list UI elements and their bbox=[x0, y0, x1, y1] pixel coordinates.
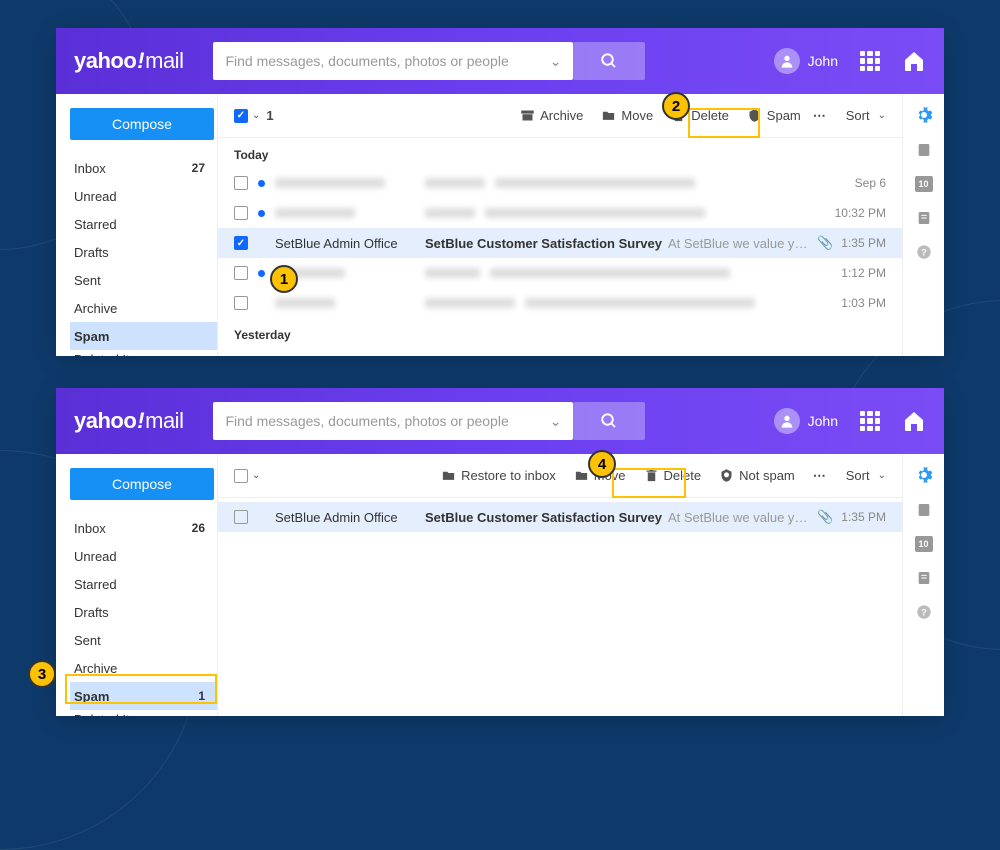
annotation-badge-3: 3 bbox=[28, 660, 56, 688]
spam-button[interactable]: Spam bbox=[747, 108, 801, 123]
folder-unread[interactable]: Unread bbox=[70, 542, 217, 570]
user-menu[interactable]: John bbox=[774, 408, 838, 434]
apps-icon[interactable] bbox=[860, 51, 880, 71]
search-input[interactable]: Find messages, documents, photos or peop… bbox=[213, 42, 573, 80]
sidebar: Compose Inbox26 Unread Starred Drafts Se… bbox=[56, 454, 218, 716]
header: yahoo!mail Find messages, documents, pho… bbox=[56, 388, 944, 454]
help-icon[interactable]: ? bbox=[916, 244, 932, 260]
user-menu[interactable]: John bbox=[774, 48, 838, 74]
annotation-badge-2: 2 bbox=[662, 92, 690, 120]
sidebar: Compose Inbox27 Unread Starred Drafts Se… bbox=[56, 94, 218, 356]
row-checkbox[interactable] bbox=[234, 296, 248, 310]
message-list: ⌄ Restore to inbox Move Delete Not spam … bbox=[218, 454, 902, 716]
header: yahoo!mail Find messages, documents, pho… bbox=[56, 28, 944, 94]
section-yesterday: Yesterday bbox=[218, 318, 902, 348]
avatar-icon bbox=[774, 408, 800, 434]
email-row[interactable]: Sep 6 bbox=[218, 168, 902, 198]
select-all-checkbox[interactable] bbox=[234, 109, 248, 123]
contacts-icon[interactable] bbox=[916, 142, 932, 158]
folder-sent[interactable]: Sent bbox=[70, 266, 217, 294]
email-row[interactable]: 1:12 PM bbox=[218, 258, 902, 288]
move-button[interactable]: Move bbox=[601, 108, 653, 123]
folder-inbox[interactable]: Inbox27 bbox=[70, 154, 217, 182]
row-checkbox[interactable] bbox=[234, 176, 248, 190]
logo[interactable]: yahoo!mail bbox=[74, 408, 183, 434]
email-row[interactable]: SetBlue Admin OfficeSetBlue Customer Sat… bbox=[218, 502, 902, 532]
more-icon[interactable]: ⋯ bbox=[813, 108, 826, 124]
message-list: ⌄ 1 Archive Move Delete Spam ⋯ Sort⌄ Tod… bbox=[218, 94, 902, 356]
folder-starred[interactable]: Starred bbox=[70, 570, 217, 598]
notes-icon[interactable] bbox=[916, 210, 932, 226]
sort-button[interactable]: Sort⌄ bbox=[846, 108, 886, 123]
more-icon[interactable]: ⋯ bbox=[813, 468, 826, 484]
folder-spam[interactable]: Spam bbox=[70, 322, 217, 350]
folder-sent[interactable]: Sent bbox=[70, 626, 217, 654]
chevron-down-icon[interactable]: ⌄ bbox=[252, 470, 260, 481]
chevron-down-icon[interactable]: ⌄ bbox=[550, 413, 562, 430]
svg-text:?: ? bbox=[921, 607, 927, 617]
row-checkbox[interactable] bbox=[234, 206, 248, 220]
email-row[interactable]: 10:32 PM bbox=[218, 198, 902, 228]
search-button[interactable] bbox=[573, 402, 645, 440]
apps-icon[interactable] bbox=[860, 411, 880, 431]
utility-bar: 10 ? bbox=[902, 454, 944, 716]
search-input[interactable]: Find messages, documents, photos or peop… bbox=[213, 402, 573, 440]
list-toolbar: ⌄ Restore to inbox Move Delete Not spam … bbox=[218, 454, 902, 498]
calendar-icon[interactable]: 10 bbox=[915, 536, 933, 552]
svg-text:?: ? bbox=[921, 247, 927, 257]
panel-spam: yahoo!mail Find messages, documents, pho… bbox=[56, 388, 944, 716]
row-checkbox[interactable] bbox=[234, 510, 248, 524]
folder-deleted[interactable]: Deleted Items bbox=[70, 710, 217, 716]
row-checkbox[interactable] bbox=[234, 236, 248, 250]
home-icon[interactable] bbox=[902, 409, 926, 433]
contacts-icon[interactable] bbox=[916, 502, 932, 518]
folder-drafts[interactable]: Drafts bbox=[70, 598, 217, 626]
utility-bar: 10 ? bbox=[902, 94, 944, 356]
email-row[interactable]: 1:03 PM bbox=[218, 288, 902, 318]
logo[interactable]: yahoo!mail bbox=[74, 48, 183, 74]
folder-drafts[interactable]: Drafts bbox=[70, 238, 217, 266]
compose-button[interactable]: Compose bbox=[70, 108, 214, 140]
search-icon bbox=[600, 52, 618, 70]
compose-button[interactable]: Compose bbox=[70, 468, 214, 500]
folder-archive[interactable]: Archive bbox=[70, 294, 217, 322]
restore-button[interactable]: Restore to inbox bbox=[441, 468, 556, 483]
archive-button[interactable]: Archive bbox=[520, 108, 583, 123]
folder-starred[interactable]: Starred bbox=[70, 210, 217, 238]
settings-icon[interactable] bbox=[915, 106, 933, 124]
attachment-icon: 📎 bbox=[817, 509, 833, 525]
panel-inbox: yahoo!mail Find messages, documents, pho… bbox=[56, 28, 944, 356]
folder-archive[interactable]: Archive bbox=[70, 654, 217, 682]
settings-icon[interactable] bbox=[915, 466, 933, 484]
selected-count: 1 bbox=[266, 108, 273, 123]
section-today: Today bbox=[218, 138, 902, 168]
folder-deleted[interactable]: Deleted Items bbox=[70, 350, 217, 356]
chevron-down-icon[interactable]: ⌄ bbox=[550, 53, 562, 70]
attachment-icon: 📎 bbox=[817, 235, 833, 251]
row-checkbox[interactable] bbox=[234, 266, 248, 280]
search-button[interactable] bbox=[573, 42, 645, 80]
annotation-badge-4: 4 bbox=[588, 450, 616, 478]
chevron-down-icon[interactable]: ⌄ bbox=[252, 110, 260, 121]
avatar-icon bbox=[774, 48, 800, 74]
not-spam-button[interactable]: Not spam bbox=[719, 468, 795, 483]
home-icon[interactable] bbox=[902, 49, 926, 73]
annotation-badge-1: 1 bbox=[270, 265, 298, 293]
calendar-icon[interactable]: 10 bbox=[915, 176, 933, 192]
delete-button[interactable]: Delete bbox=[644, 468, 702, 483]
email-row-selected[interactable]: SetBlue Admin OfficeSetBlue Customer Sat… bbox=[218, 228, 902, 258]
search-icon bbox=[600, 412, 618, 430]
list-toolbar: ⌄ 1 Archive Move Delete Spam ⋯ Sort⌄ bbox=[218, 94, 902, 138]
folder-unread[interactable]: Unread bbox=[70, 182, 217, 210]
notes-icon[interactable] bbox=[916, 570, 932, 586]
folder-inbox[interactable]: Inbox26 bbox=[70, 514, 217, 542]
sort-button[interactable]: Sort⌄ bbox=[846, 468, 886, 483]
folder-spam[interactable]: Spam1 bbox=[70, 682, 217, 710]
help-icon[interactable]: ? bbox=[916, 604, 932, 620]
select-all-checkbox[interactable] bbox=[234, 469, 248, 483]
